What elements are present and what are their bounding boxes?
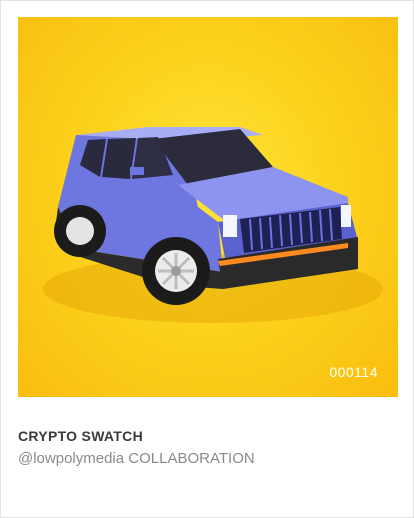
suv-illustration xyxy=(43,127,383,323)
headlight-right xyxy=(341,205,351,227)
nft-card[interactable]: 000114 CRYPTO SWATCH @lowpolymedia COLLA… xyxy=(0,0,414,518)
nft-artwork-image[interactable]: 000114 xyxy=(18,17,398,397)
creator-subtitle[interactable]: @lowpolymedia COLLABORATION xyxy=(18,450,255,467)
token-id-label: 000114 xyxy=(329,364,378,380)
car-mirror xyxy=(130,167,144,175)
headlight-left xyxy=(223,215,237,237)
rear-wheel-hub xyxy=(66,217,94,245)
collection-title[interactable]: CRYPTO SWATCH xyxy=(18,428,143,444)
front-wheel-cap xyxy=(171,266,181,276)
